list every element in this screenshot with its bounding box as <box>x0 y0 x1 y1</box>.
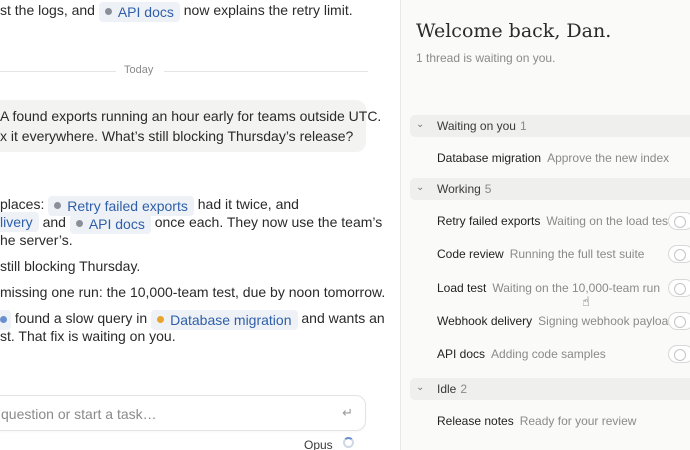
chevron-down-icon: ⌄ <box>416 382 425 393</box>
welcome-subtitle: 1 thread is waiting on you. <box>416 51 556 65</box>
date-divider-label: Today <box>124 64 154 76</box>
status-dot-icon <box>75 220 83 227</box>
section-waiting-on-you[interactable]: ⌄ Waiting on you 1 <box>410 115 690 137</box>
thread-row-release-notes[interactable]: Release notes Ready for your review <box>437 414 636 428</box>
status-dot-icon <box>54 202 62 209</box>
thread-chip-webhook-delivery[interactable]: livery <box>0 212 39 232</box>
welcome-heading: Welcome back, Dan. <box>416 20 612 42</box>
threads-panel: Welcome back, Dan. 1 thread is waiting o… <box>400 0 690 450</box>
section-working[interactable]: ⌄ Working 5 <box>410 178 690 200</box>
user-message-bubble: A found exports running an hour early fo… <box>0 100 381 152</box>
thread-row-database-migration[interactable]: Database migration Approve the new index <box>437 151 669 165</box>
reply-line: he server’s. <box>0 232 73 248</box>
reply-line: missing one run: the 10,000-team test, d… <box>0 284 386 300</box>
thread-row-load-test[interactable]: Load test Waiting on the 10,000-team run <box>437 281 660 295</box>
pointer-cursor-icon: ☝ <box>582 294 590 309</box>
status-toggle[interactable] <box>668 212 690 230</box>
message-line: st the logs, and API docs now explains t… <box>0 1 353 22</box>
chevron-down-icon: ⌄ <box>416 182 425 193</box>
status-toggle[interactable] <box>668 279 690 297</box>
thread-row-api-docs[interactable]: API docs Adding code samples <box>437 347 606 361</box>
chat-input[interactable]: question or start a task… ↵ <box>0 395 366 431</box>
enter-icon[interactable]: ↵ <box>342 405 353 421</box>
model-selector[interactable]: Opus <box>304 438 333 450</box>
chevron-down-icon: ⌄ <box>416 119 425 130</box>
status-toggle[interactable] <box>668 312 690 330</box>
section-idle[interactable]: ⌄ Idle 2 <box>410 378 690 400</box>
status-dot-icon <box>0 316 7 323</box>
thread-row-webhook-delivery[interactable]: Webhook delivery Signing webhook payloads <box>437 314 681 328</box>
loading-spinner-icon <box>343 437 354 448</box>
thread-chip-api-docs[interactable]: API docs <box>98 1 180 22</box>
thread-chip-api-docs[interactable]: API docs <box>69 213 151 234</box>
status-toggle[interactable] <box>668 245 690 263</box>
thread-row-retry-failed-exports[interactable]: Retry failed exports Waiting on the load … <box>437 214 671 228</box>
waiting-dot-icon <box>157 316 165 323</box>
status-toggle[interactable] <box>668 345 690 363</box>
status-dot-icon <box>104 8 112 15</box>
thread-row-code-review[interactable]: Code review Running the full test suite <box>437 247 644 261</box>
reply-line: still blocking Thursday. <box>0 258 141 274</box>
chat-input-placeholder: question or start a task… <box>1 406 157 422</box>
chat-pane: st the logs, and API docs now explains t… <box>0 0 400 450</box>
reply-line: st. That fix is waiting on you. <box>0 328 176 344</box>
date-divider: Today <box>0 64 368 80</box>
